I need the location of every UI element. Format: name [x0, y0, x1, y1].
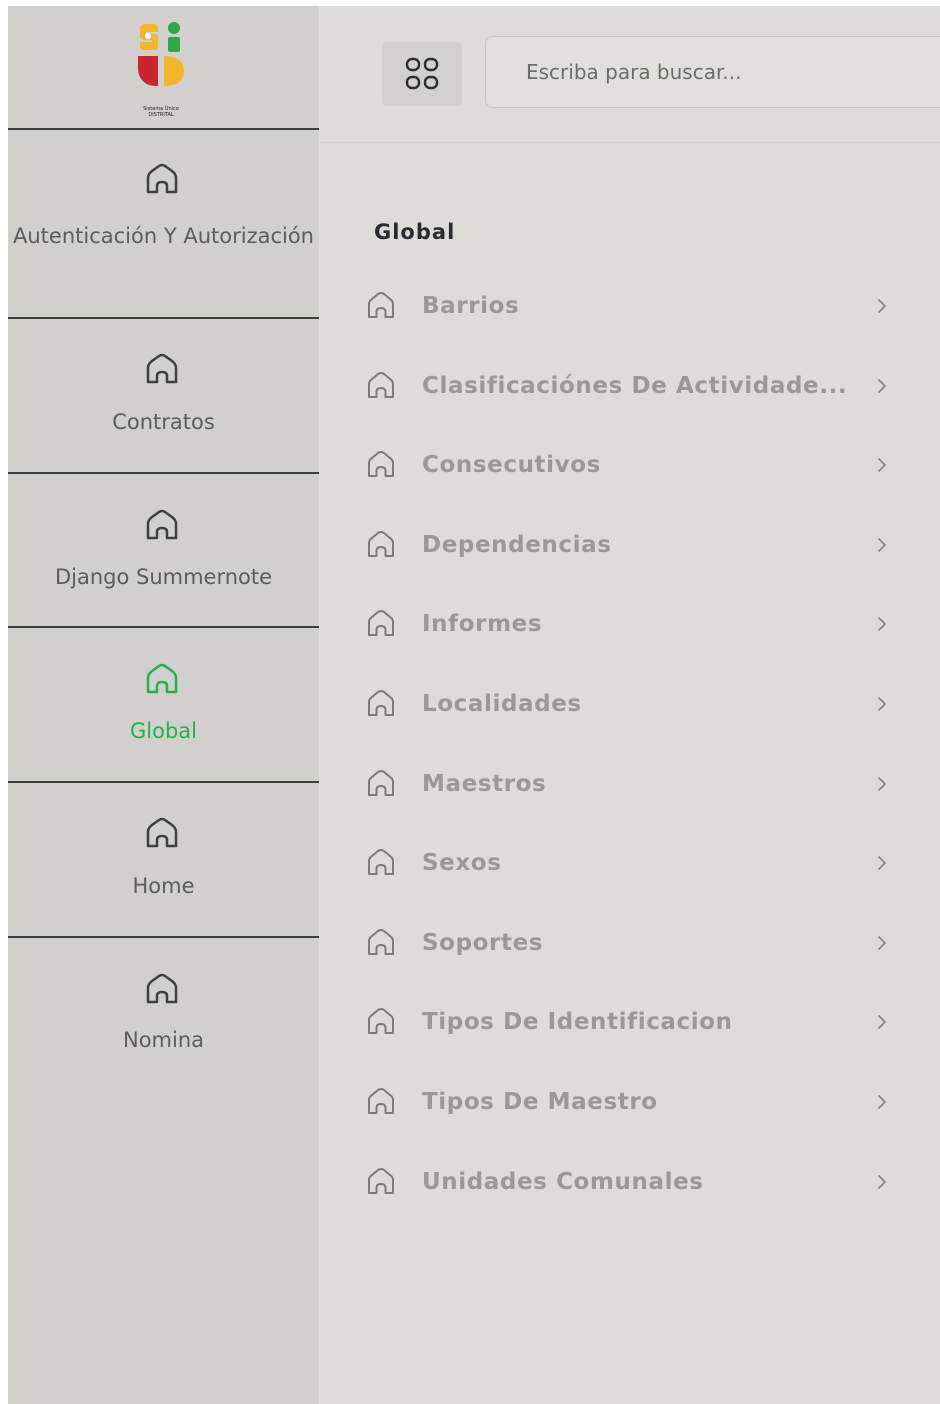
chevron-right-icon — [878, 1095, 886, 1109]
menu-item-label: Tipos De Maestro — [422, 1089, 658, 1115]
menu-item-label: Maestros — [422, 770, 547, 797]
menu-item[interactable]: Localidades — [360, 676, 900, 732]
menu-item-label: Unidades Comunales — [422, 1168, 704, 1195]
top-header — [319, 6, 940, 143]
logo-caption: Sistema Único DISTRITAL — [136, 106, 186, 118]
home-icon — [368, 690, 394, 716]
menu-item-label: Localidades — [422, 691, 582, 717]
chevron-right-icon — [878, 776, 886, 791]
menu-item[interactable]: Tipos De Identificacion — [360, 994, 900, 1050]
chevron-right-icon — [878, 299, 886, 313]
sidebar-item-nomina[interactable]: Nomina — [8, 938, 319, 1088]
logo-icon — [138, 22, 184, 86]
home-icon — [368, 849, 394, 876]
menu-item-label: Tipos De Identificacion — [422, 1009, 733, 1036]
logo-caption-line2: DISTRITAL — [148, 112, 174, 118]
apps-menu-button[interactable] — [382, 42, 462, 106]
sidebar-item-label: Nomina — [122, 1028, 205, 1052]
sidebar-item-label: Autenticación Y Autorización — [13, 224, 314, 248]
menu-item-label: Informes — [422, 611, 543, 638]
menu-item[interactable]: Unidades Comunales — [360, 1154, 900, 1210]
home-icon — [146, 353, 178, 384]
home-icon — [368, 451, 394, 478]
home-icon — [146, 973, 178, 1004]
sidebar-item-label: Django Summernote — [54, 565, 273, 589]
search-box — [485, 36, 940, 108]
home-icon — [146, 817, 178, 848]
home-icon — [368, 610, 394, 637]
app-window: Sistema Único DISTRITAL Autenticación Y … — [8, 6, 940, 1404]
grid-icon — [405, 57, 439, 90]
menu-item-label: Dependencias — [422, 531, 612, 558]
menu-item[interactable]: Sexos — [360, 835, 900, 891]
menu-item-label: Sexos — [422, 850, 502, 877]
home-icon — [368, 530, 394, 557]
chevron-right-icon — [878, 458, 886, 473]
menu-item[interactable]: Clasificaciónes De Actividade... — [360, 358, 900, 414]
sidebar-item-home[interactable]: Home — [8, 783, 319, 938]
sidebar-item-global[interactable]: Global — [8, 628, 319, 783]
menu-item[interactable]: Barrios — [360, 278, 900, 334]
chevron-right-icon — [878, 617, 886, 632]
home-icon — [146, 509, 178, 540]
chevron-right-icon — [878, 856, 886, 871]
sidebar-item-django-summernote[interactable]: Django Summernote — [8, 474, 319, 628]
chevron-right-icon — [878, 537, 886, 552]
chevron-right-icon — [878, 935, 886, 950]
search-input[interactable] — [486, 37, 940, 107]
sidebar-item-label: Home — [132, 874, 195, 898]
chevron-right-icon — [878, 1174, 886, 1189]
home-icon — [368, 1088, 394, 1114]
home-icon — [368, 292, 394, 318]
home-icon — [368, 1008, 394, 1035]
home-icon — [146, 163, 178, 194]
menu-section-title: Global — [374, 220, 456, 244]
logo-area: Sistema Único DISTRITAL — [8, 6, 319, 130]
home-icon — [368, 928, 394, 955]
chevron-right-icon — [878, 697, 886, 711]
sidebar-item-autenticacion[interactable]: Autenticación Y Autorización — [8, 130, 319, 319]
menu-item[interactable]: Maestros — [360, 756, 900, 812]
menu-item-label: Soportes — [422, 929, 544, 956]
menu-item[interactable]: Informes — [360, 596, 900, 652]
chevron-right-icon — [878, 378, 886, 393]
menu-item[interactable]: Tipos De Maestro — [360, 1074, 900, 1130]
menu-item[interactable]: Dependencias — [360, 517, 900, 573]
home-icon — [368, 1167, 394, 1194]
menu-item-label: Barrios — [422, 293, 520, 319]
menu-item-label: Clasificaciónes De Actividade... — [422, 372, 848, 399]
menu-item[interactable]: Consecutivos — [360, 437, 900, 493]
home-icon — [146, 663, 178, 694]
app-logo[interactable]: Sistema Único DISTRITAL — [136, 22, 186, 120]
sidebar-item-label: Contratos — [112, 410, 215, 434]
sidebar-item-label: Global — [130, 719, 197, 743]
sidebar-item-contratos[interactable]: Contratos — [8, 319, 319, 474]
menu-item-label: Consecutivos — [422, 452, 601, 479]
home-icon — [368, 769, 394, 796]
home-icon — [368, 371, 394, 398]
chevron-right-icon — [878, 1015, 886, 1030]
menu-item[interactable]: Soportes — [360, 915, 900, 971]
sidebar: Sistema Único DISTRITAL Autenticación Y … — [8, 6, 319, 1404]
